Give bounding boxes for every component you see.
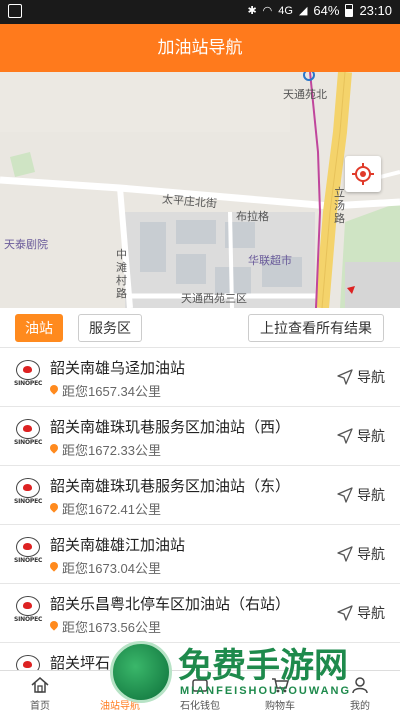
- navigate-button[interactable]: 导航: [337, 601, 385, 625]
- tab-wallet[interactable]: 石化钱包: [160, 671, 240, 711]
- bottom-tab-bar: 首页 油站导航 石化钱包 购物车 我的: [0, 670, 400, 711]
- sinopec-logo: SINOPEC: [14, 419, 42, 449]
- crosshair-icon: [352, 163, 374, 185]
- station-name: 韶关南雄雄江加油站: [50, 537, 186, 554]
- location-pin-icon: [48, 501, 60, 513]
- user-icon: [352, 677, 368, 694]
- navigate-button[interactable]: 导航: [337, 365, 385, 389]
- navigate-button[interactable]: 导航: [337, 542, 385, 566]
- list-item[interactable]: SINOPEC 韶关乐昌粤北停车区加油站（右站） 距您1673.56公里 导航: [0, 584, 400, 643]
- station-name: 韶关南雄珠玑巷服务区加油站（东）: [50, 478, 291, 495]
- notification-icon: [8, 4, 22, 18]
- send-arrow-icon: [337, 487, 353, 503]
- list-item[interactable]: SINOPEC 韶关南雄珠玑巷服务区加油站（西） 距您1672.33公里 导航: [0, 407, 400, 466]
- send-arrow-icon: [337, 428, 353, 444]
- sinopec-logo: SINOPEC: [14, 655, 42, 670]
- tab-home[interactable]: 首页: [0, 671, 80, 711]
- send-arrow-icon: [337, 546, 353, 562]
- filter-gas-station[interactable]: 油站: [15, 314, 63, 342]
- status-bar: ✱ ◠ 4G ◢ 64% 23:10: [0, 0, 400, 24]
- page-title: 加油站导航: [0, 24, 400, 72]
- map-label-tiantong-xiyuan: 天通西苑三区: [181, 293, 247, 305]
- station-distance: 距您1672.33公里: [62, 443, 161, 458]
- navigate-button[interactable]: 导航: [337, 424, 385, 448]
- station-name: 韶关乐昌粤北停车区加油站（右站）: [50, 596, 291, 613]
- cart-icon: [272, 678, 289, 693]
- battery-percent: 64%: [313, 3, 340, 18]
- home-icon: [31, 677, 49, 693]
- location-pin-icon: [48, 619, 60, 631]
- send-arrow-icon: [337, 369, 353, 385]
- station-name: 韶关坪石…: [50, 655, 126, 670]
- tab-mine[interactable]: 我的: [320, 671, 400, 711]
- sinopec-logo: SINOPEC: [14, 478, 42, 508]
- station-distance: 距您1672.41公里: [62, 502, 161, 517]
- navigate-label: 导航: [357, 546, 385, 562]
- map-label-zhongtan: 中滩村路: [116, 249, 127, 300]
- list-item[interactable]: SINOPEC 韶关南雄雄江加油站 距您1673.04公里 导航: [0, 525, 400, 584]
- location-pin-icon: [48, 383, 60, 395]
- station-name: 韶关南雄珠玑巷服务区加油站（西）: [50, 419, 291, 436]
- signal-icon: ◢: [298, 5, 308, 17]
- sinopec-logo: SINOPEC: [14, 360, 42, 390]
- filter-service-area[interactable]: 服务区: [78, 314, 142, 342]
- filter-bar: 油站 服务区 上拉查看所有结果: [0, 308, 400, 348]
- bluetooth-icon: ✱: [247, 5, 257, 17]
- locate-button[interactable]: [345, 156, 381, 192]
- navigate-label: 导航: [357, 369, 385, 385]
- map-label-litang-road: 立汤路: [334, 187, 345, 225]
- navigate-label: 导航: [357, 487, 385, 503]
- list-item[interactable]: SINOPEC 韶关南雄乌迳加油站 距您1657.34公里 导航: [0, 348, 400, 407]
- wifi-icon: ◠: [262, 5, 273, 17]
- sinopec-logo: SINOPEC: [14, 537, 42, 567]
- navigate-button[interactable]: 导航: [337, 483, 385, 507]
- station-distance: 距您1673.56公里: [62, 620, 161, 635]
- list-item[interactable]: SINOPEC 韶关坪石…: [0, 643, 400, 670]
- navigate-label: 导航: [357, 428, 385, 444]
- tab-cart[interactable]: 购物车: [240, 671, 320, 711]
- battery-icon: [345, 4, 354, 17]
- location-pin-icon: [48, 560, 60, 572]
- map-label-hualian: 华联超市: [248, 255, 292, 267]
- wallet-icon: [192, 679, 208, 692]
- map-label-tiantai: 天泰剧院: [4, 239, 48, 251]
- clock: 23:10: [359, 3, 392, 18]
- list-item[interactable]: SINOPEC 韶关南雄珠玑巷服务区加油站（东） 距您1672.41公里 导航: [0, 466, 400, 525]
- station-list[interactable]: SINOPEC 韶关南雄乌迳加油站 距您1657.34公里 导航 SINOPEC…: [0, 348, 400, 670]
- send-arrow-icon: [337, 605, 353, 621]
- station-distance: 距您1673.04公里: [62, 561, 161, 576]
- navigate-label: 导航: [357, 605, 385, 621]
- navigation-icon: [112, 677, 128, 693]
- map-label-tiantong-yuanbei: 天通苑北: [283, 89, 327, 101]
- station-name: 韶关南雄乌迳加油站: [50, 360, 186, 377]
- station-distance: 距您1657.34公里: [62, 384, 161, 399]
- sinopec-logo: SINOPEC: [14, 596, 42, 626]
- location-pin-icon: [48, 442, 60, 454]
- map-view[interactable]: 天通苑北 太平庄北街 布拉格 立汤路 天泰剧院 华联超市 中滩村路 天通西苑三区: [0, 72, 400, 308]
- map-label-bulage: 布拉格: [236, 211, 269, 223]
- network-type: 4G: [278, 4, 293, 17]
- pull-up-all-results-button[interactable]: 上拉查看所有结果: [248, 314, 384, 342]
- tab-station-nav[interactable]: 油站导航: [80, 671, 160, 711]
